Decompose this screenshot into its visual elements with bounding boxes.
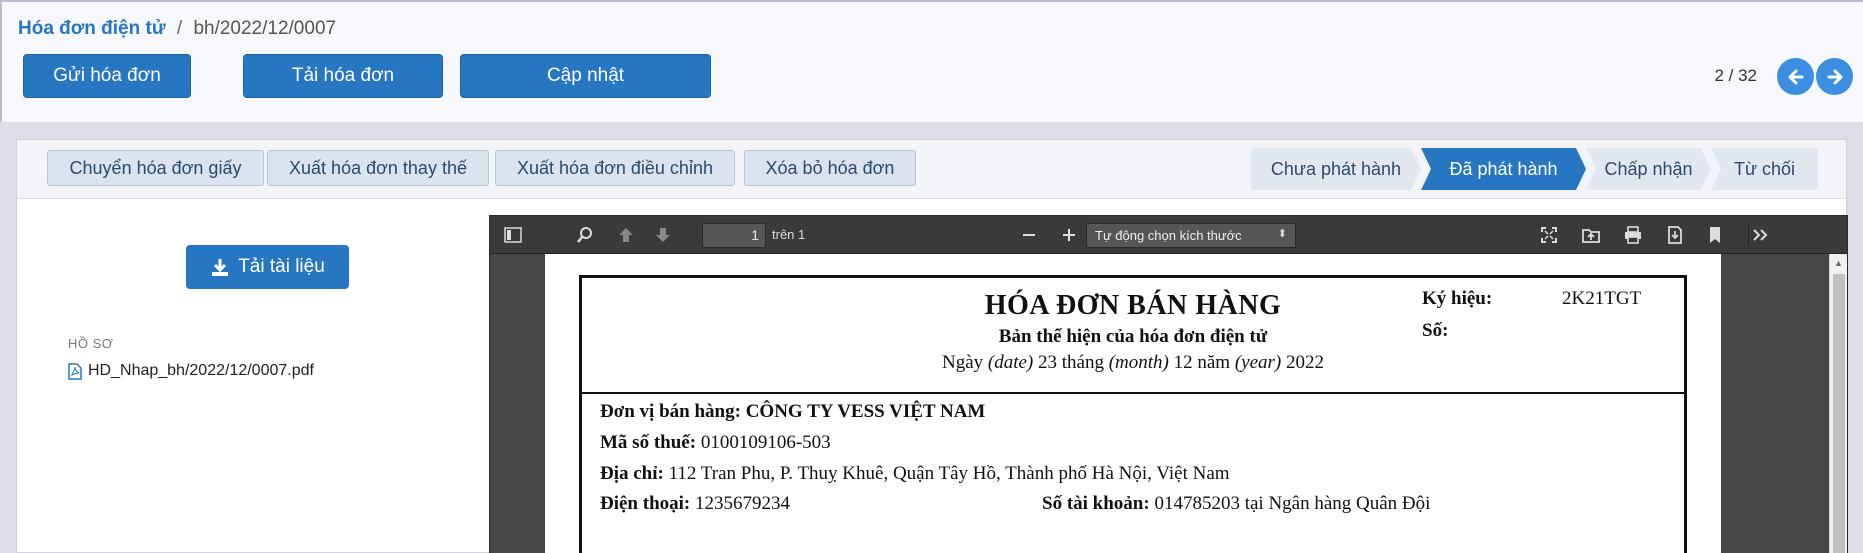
pdf-toolbar: 1 trên 1 Tự động chọn kích thước ⬍ xyxy=(490,216,1847,254)
pager-text: 2 / 32 xyxy=(1714,66,1757,85)
zoom-in-icon[interactable] xyxy=(1058,224,1080,246)
next-page-icon[interactable] xyxy=(652,224,674,246)
sidebar-toggle-icon[interactable] xyxy=(502,224,524,246)
download-document-label: Tải tài liệu xyxy=(238,256,325,277)
search-icon[interactable] xyxy=(574,224,596,246)
open-file-icon[interactable] xyxy=(1580,224,1602,246)
seller-row: Đơn vị bán hàng: CÔNG TY VESS VIỆT NAM xyxy=(600,401,986,422)
scroll-thumb[interactable] xyxy=(1833,274,1845,553)
pdf-scrollbar[interactable]: ▲ xyxy=(1829,254,1847,553)
zoom-select[interactable]: Tự động chọn kích thước ⬍ xyxy=(1086,223,1296,248)
file-link[interactable]: HD_Nhap_bh/2022/12/0007.pdf xyxy=(68,362,314,380)
print-icon[interactable] xyxy=(1622,224,1644,246)
pdf-viewer: 1 trên 1 Tự động chọn kích thước ⬍ HÓA Đ… xyxy=(489,215,1848,553)
adjust-invoice-button[interactable]: Xuất hóa đơn điều chỉnh xyxy=(495,150,735,186)
download-icon xyxy=(212,259,229,276)
symbol-value: 2K21TGT xyxy=(1562,288,1642,309)
invoice-date: Ngày (date) 23 tháng (month) 12 năm (yea… xyxy=(941,352,1325,373)
invoice-panel: Chuyển hóa đơn giấy Xuất hóa đơn thay th… xyxy=(16,139,1848,553)
file-name: HD_Nhap_bh/2022/12/0007.pdf xyxy=(88,362,314,379)
divider xyxy=(582,392,1684,394)
breadcrumb-separator: / xyxy=(176,18,183,39)
top-bar: Hóa đơn điện tử / bh/2022/12/0007 Gửi hó… xyxy=(0,0,1863,122)
phone-row: Điện thoại: 1235679234 xyxy=(600,493,790,514)
panel-toolbar: Chuyển hóa đơn giấy Xuất hóa đơn thay th… xyxy=(17,140,1846,199)
breadcrumb: Hóa đơn điện tử / bh/2022/12/0007 xyxy=(18,18,336,40)
page-count: trên 1 xyxy=(772,227,806,242)
account-row: Số tài khoản: 014785203 tại Ngân hàng Qu… xyxy=(1042,493,1431,514)
step-rejected[interactable]: Từ chối xyxy=(1711,148,1818,190)
convert-paper-invoice-button[interactable]: Chuyển hóa đơn giấy xyxy=(47,150,264,186)
save-icon[interactable] xyxy=(1664,224,1686,246)
step-accepted[interactable]: Chấp nhận xyxy=(1586,148,1711,190)
pdf-page: HÓA ĐƠN BÁN HÀNG Bản thể hiện của hóa đơ… xyxy=(545,254,1721,553)
send-invoice-button[interactable]: Gửi hóa đơn xyxy=(23,54,191,98)
previous-button[interactable] xyxy=(1777,58,1814,95)
presentation-mode-icon[interactable] xyxy=(1538,224,1560,246)
previous-page-icon[interactable] xyxy=(615,224,637,246)
step-unpublished[interactable]: Chưa phát hành xyxy=(1251,148,1421,190)
status-steps: Chưa phát hành Đã phát hành Chấp nhận Từ… xyxy=(1251,148,1818,190)
invoice-frame: HÓA ĐƠN BÁN HÀNG Bản thể hiện của hóa đơ… xyxy=(579,275,1687,553)
step-published[interactable]: Đã phát hành xyxy=(1421,148,1586,190)
update-button[interactable]: Cập nhật xyxy=(460,54,711,98)
cancel-invoice-button[interactable]: Xóa bỏ hóa đơn xyxy=(744,150,916,186)
arrow-right-icon xyxy=(1827,69,1842,84)
select-arrows-icon: ⬍ xyxy=(1277,228,1287,240)
number-label: Số: xyxy=(1422,320,1449,341)
zoom-out-icon[interactable] xyxy=(1018,224,1040,246)
symbol-label: Ký hiệu: xyxy=(1422,288,1493,309)
tax-row: Mã số thuế: 0100109106-503 xyxy=(600,432,831,453)
breadcrumb-parent-link[interactable]: Hóa đơn điện tử xyxy=(18,18,166,39)
zoom-value: Tự động chọn kích thước xyxy=(1095,228,1242,243)
tools-menu-icon[interactable] xyxy=(1748,224,1770,246)
invoice-subtitle: Bản thể hiện của hóa đơn điện tử xyxy=(998,326,1268,347)
address-row: Địa chỉ: 112 Tran Phu, P. Thuỵ Khuê, Quậ… xyxy=(600,463,1230,484)
arrow-left-icon xyxy=(1788,69,1803,84)
next-button[interactable] xyxy=(1816,58,1853,95)
invoice-title: HÓA ĐƠN BÁN HÀNG xyxy=(984,290,1282,321)
replace-invoice-button[interactable]: Xuất hóa đơn thay thế xyxy=(267,150,489,186)
section-label: HỒ SƠ xyxy=(68,336,114,351)
download-invoice-button[interactable]: Tải hóa đơn xyxy=(243,54,443,98)
breadcrumb-current: bh/2022/12/0007 xyxy=(193,18,337,39)
scroll-up-icon[interactable]: ▲ xyxy=(1834,258,1843,268)
page-number-input[interactable]: 1 xyxy=(702,223,766,248)
pdf-file-icon xyxy=(68,362,82,380)
bookmark-icon[interactable] xyxy=(1704,224,1726,246)
download-document-button[interactable]: Tải tài liệu xyxy=(186,245,349,289)
